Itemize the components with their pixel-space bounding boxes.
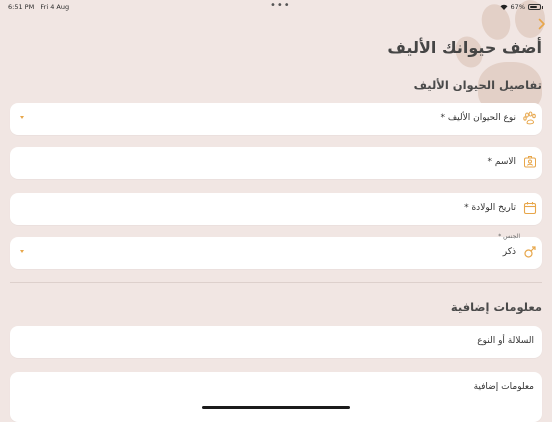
status-bar: 6:51 PM Fri 4 Aug ••• 67% <box>0 0 552 14</box>
more-dots-icon[interactable]: ••• <box>270 0 291 11</box>
chevron-right-icon <box>538 18 545 30</box>
status-right: 67% <box>500 3 543 11</box>
birth-date-field[interactable]: تاريخ الولادة * <box>10 193 542 225</box>
battery-percent: 67% <box>510 3 525 11</box>
dropdown-arrow-icon <box>20 250 24 253</box>
breed-placeholder: السلالة أو النوع <box>477 336 534 346</box>
pet-type-label: نوع الحيوان الأليف * <box>440 113 516 123</box>
calendar-icon <box>523 202 537 215</box>
wifi-icon <box>500 4 508 10</box>
gender-value: ذكر <box>502 247 516 257</box>
section-title-details: تفاصيل الحيوان الأليف <box>413 78 542 92</box>
back-button[interactable] <box>538 18 546 34</box>
section-title-extra: معلومات إضافية <box>450 300 542 314</box>
home-indicator[interactable] <box>202 406 350 409</box>
section-divider <box>10 282 542 283</box>
dropdown-arrow-icon <box>20 116 24 119</box>
paw-icon <box>523 111 536 125</box>
breed-field[interactable]: السلالة أو النوع <box>10 326 542 358</box>
male-icon <box>524 246 536 258</box>
name-label: الاسم * <box>487 157 516 167</box>
gender-select[interactable]: الجنس * ذكر <box>10 233 542 269</box>
info-placeholder: معلومات إضافية <box>473 382 534 392</box>
status-time: 6:51 PM Fri 4 Aug <box>8 3 70 11</box>
birth-date-label: تاريخ الولادة * <box>464 203 516 213</box>
battery-icon <box>528 4 541 10</box>
additional-info-field[interactable]: معلومات إضافية <box>10 372 542 422</box>
name-field[interactable]: الاسم * <box>10 147 542 179</box>
pet-type-select[interactable]: نوع الحيوان الأليف * <box>10 103 542 135</box>
id-card-icon <box>524 156 536 168</box>
gender-label: الجنس * <box>498 233 520 240</box>
page-title: أضف حيوانك الأليف <box>387 38 542 57</box>
